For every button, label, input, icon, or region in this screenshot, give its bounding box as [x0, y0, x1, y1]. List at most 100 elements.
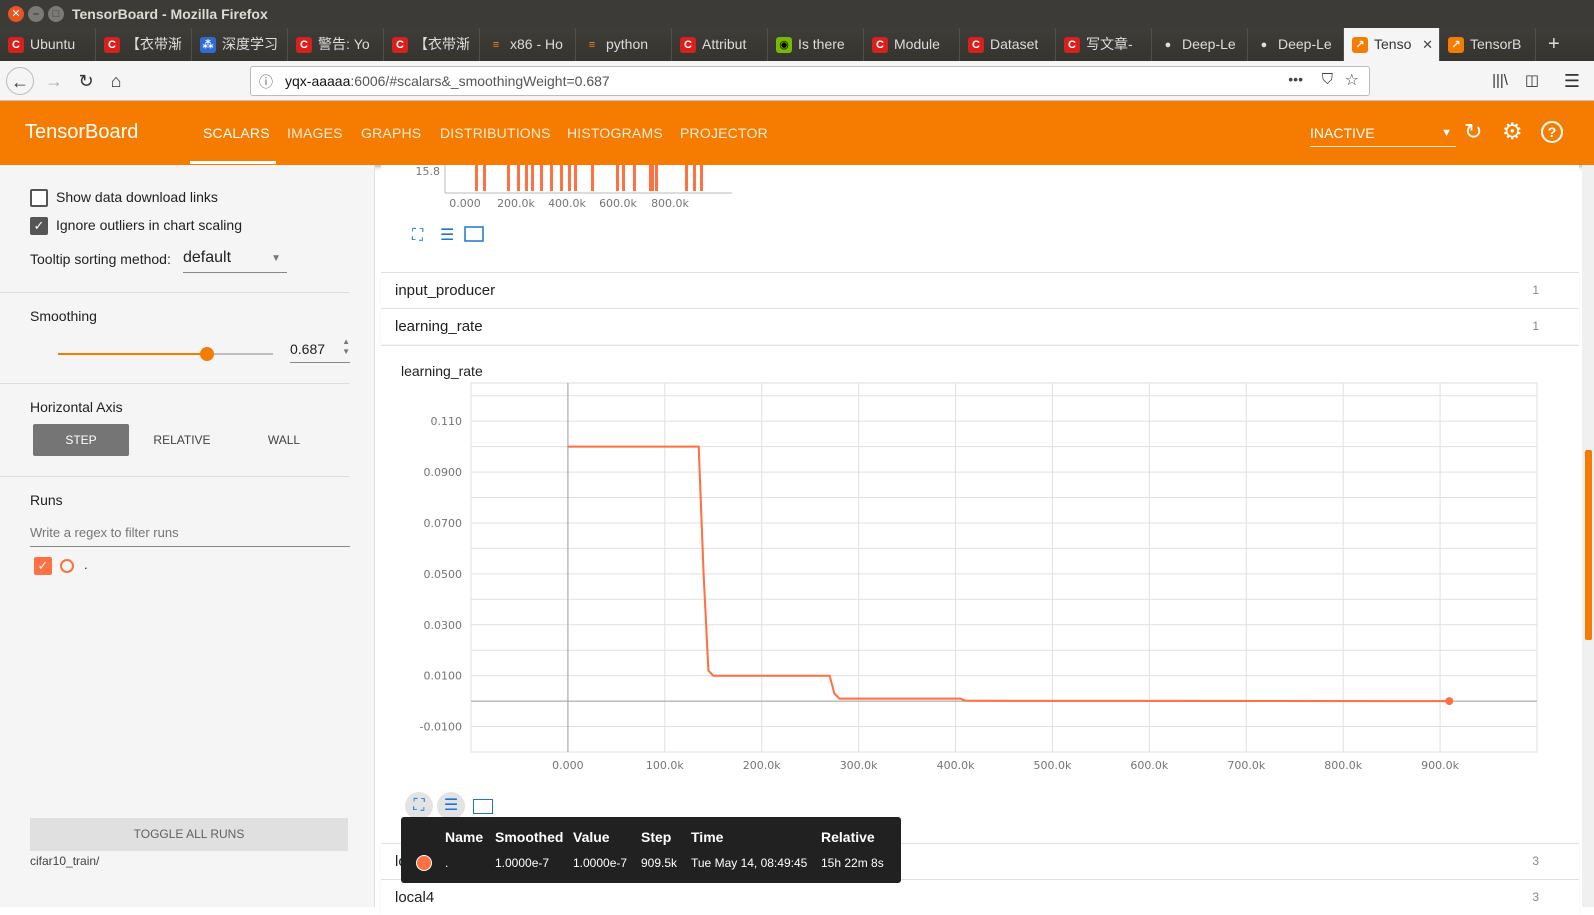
ignore-outliers-checkbox[interactable]: ✓ [30, 217, 48, 235]
csdn-icon: C [392, 37, 408, 54]
tab-graphs[interactable]: GRAPHS [361, 125, 421, 141]
stepper-arrows-icon[interactable]: ▲ ▼ [342, 337, 350, 357]
y-tick-label: 0.0300 [424, 619, 463, 632]
data-table-icon[interactable]: ☰ [440, 227, 454, 244]
tab-projector[interactable]: PROJECTOR [680, 125, 768, 141]
previous-chart-bar [550, 165, 553, 191]
show-download-links-label: Show data download links [56, 189, 218, 205]
browser-tab[interactable]: C 【衣带渐 [96, 28, 192, 61]
data-table-icon[interactable]: ☰ [437, 792, 465, 820]
previous-chart-bar [622, 165, 625, 191]
new-tab-icon[interactable]: + [1540, 28, 1570, 61]
tooltip-sorting-value: default [183, 249, 232, 266]
haxis-step-button[interactable]: STEP [33, 424, 129, 456]
browser-tab[interactable]: C Ubuntu [0, 28, 96, 61]
settings-gear-icon[interactable]: ⚙ [1502, 118, 1523, 145]
category-row-input-producer[interactable]: input_producer 1 [381, 272, 1579, 308]
x-tick-label: 400.0k [937, 759, 975, 772]
chevron-down-icon: ▼ [1441, 127, 1452, 139]
browser-tab[interactable]: C Attribut [672, 28, 768, 61]
url-bar[interactable]: ⓘ yqx-aaaaa:6006/#scalars&_smoothingWeig… [250, 66, 1370, 96]
tooltip-cell-name: . [445, 856, 449, 870]
browser-tab-label: 深度学习 [222, 36, 278, 52]
zoom-fullscreen-icon[interactable] [473, 799, 493, 814]
zoom-fullscreen-icon[interactable] [464, 226, 484, 242]
run-color-circle-icon[interactable] [60, 559, 74, 573]
browser-tab[interactable]: ↗ Tenso ✕ [1344, 28, 1440, 61]
tensorboard-header: TensorBoard SCALARS IMAGES GRAPHS DISTRIBUT… [0, 101, 1594, 165]
browser-tab-label: x86 - Ho [510, 36, 563, 52]
tab-distributions[interactable]: DISTRIBUTIONS [440, 125, 551, 141]
browser-tab[interactable]: C 警告: Yo [288, 28, 384, 61]
previous-chart-bar [475, 165, 478, 191]
sidebar-toggle-icon[interactable]: ◫ [1518, 67, 1546, 95]
scrollbar-thumb[interactable] [1585, 450, 1592, 640]
tab-scalars[interactable]: SCALARS [203, 125, 270, 141]
fit-domain-icon[interactable]: ⛶ [405, 792, 433, 820]
pocket-icon[interactable]: ⛉ [1322, 71, 1333, 88]
haxis-wall-button[interactable]: WALL [236, 424, 332, 456]
toggle-all-runs-button[interactable]: TOGGLE ALL RUNS [30, 818, 348, 851]
browser-tab[interactable]: ↗ TensorB [1440, 28, 1536, 61]
smoothing-input[interactable]: 0.687 ▲ ▼ [290, 337, 350, 363]
previous-chart-x-tick: 400.0k [548, 197, 586, 210]
menu-icon[interactable]: ☰ [1558, 67, 1586, 95]
tooltip-header-name: Name [445, 829, 484, 845]
tab-images[interactable]: IMAGES [287, 125, 343, 141]
home-icon[interactable]: ⌂ [102, 67, 130, 95]
page-actions-icon[interactable]: ••• [1288, 71, 1303, 87]
minimize-window-icon[interactable]: – [28, 6, 44, 22]
browser-tab[interactable]: C Module [864, 28, 960, 61]
previous-chart-x-tick: 0.000 [449, 197, 481, 210]
category-name: input_producer [395, 282, 496, 299]
category-name: local4 [395, 889, 435, 906]
browser-tab[interactable]: C 写文章- [1056, 28, 1152, 61]
info-icon[interactable]: ⓘ [259, 72, 273, 92]
tab-histograms[interactable]: HISTOGRAMS [567, 125, 663, 141]
smoothing-slider-track[interactable] [58, 347, 273, 361]
browser-tab[interactable]: ≡ x86 - Ho [480, 28, 576, 61]
tooltip-header-time: Time [691, 829, 724, 845]
haxis-relative-button[interactable]: RELATIVE [134, 424, 230, 456]
learning-rate-chart[interactable]: 0.000 100.0k 200.0k 300.0k 400.0k 500.0k 600.0… [381, 375, 1581, 815]
divider [0, 476, 350, 477]
browser-tab[interactable]: ◉ Is there [768, 28, 864, 61]
plot-area [470, 382, 1538, 753]
runs-filter-input[interactable]: Write a regex to filter runs [30, 521, 350, 547]
category-row-local4[interactable]: local4 3 [381, 879, 1579, 915]
browser-tab[interactable]: ≡ python [576, 28, 672, 61]
browser-tab[interactable]: C 【衣带渐 [384, 28, 480, 61]
tooltip-sorting-select[interactable]: default ▼ [183, 247, 287, 273]
fit-domain-icon[interactable]: ⛶ [412, 227, 424, 244]
help-icon[interactable]: ? [1541, 121, 1563, 143]
smoothing-slider-knob[interactable] [200, 347, 214, 361]
divider [0, 383, 350, 384]
category-row-learning-rate[interactable]: learning_rate 1 [381, 308, 1579, 344]
baidu-icon: ⁂ [200, 37, 216, 54]
previous-chart-bar [525, 165, 528, 191]
category-count: 3 [1532, 854, 1539, 868]
run-checkbox[interactable]: ✓ [34, 557, 52, 575]
browser-tab-label: Module [894, 36, 940, 52]
reload-data-icon[interactable]: ↻ [1464, 119, 1482, 145]
back-icon[interactable]: ← [6, 67, 34, 95]
browser-tab-label: TensorB [1470, 36, 1522, 52]
browser-navbar: ← → ↻ ⌂ ⓘ yqx-aaaaa:6006/#scalars&_smoot… [0, 61, 1594, 101]
forward-icon[interactable]: → [40, 67, 68, 95]
plugin-select[interactable]: INACTIVE ▼ [1310, 123, 1456, 147]
browser-tab[interactable]: ● Deep-Le [1152, 28, 1248, 61]
bookmark-star-icon[interactable]: ☆ [1345, 70, 1359, 90]
browser-tab[interactable]: C Dataset [960, 28, 1056, 61]
browser-tab[interactable]: ● Deep-Le [1248, 28, 1344, 61]
divider [0, 292, 350, 293]
show-download-links-checkbox[interactable] [30, 189, 48, 207]
reload-icon[interactable]: ↻ [72, 67, 100, 95]
page-scrollbar[interactable] [1582, 165, 1594, 907]
svg-text:⛶: ⛶ [412, 227, 424, 244]
browser-tab[interactable]: ⁂ 深度学习 [192, 28, 288, 61]
library-icon[interactable]: |||\ [1486, 67, 1514, 95]
maximize-window-icon[interactable]: □ [48, 6, 64, 22]
close-tab-icon[interactable]: ✕ [1422, 28, 1433, 61]
close-window-icon[interactable]: ✕ [8, 6, 24, 22]
tooltip-cell-time: Tue May 14, 08:49:45 [691, 856, 808, 870]
